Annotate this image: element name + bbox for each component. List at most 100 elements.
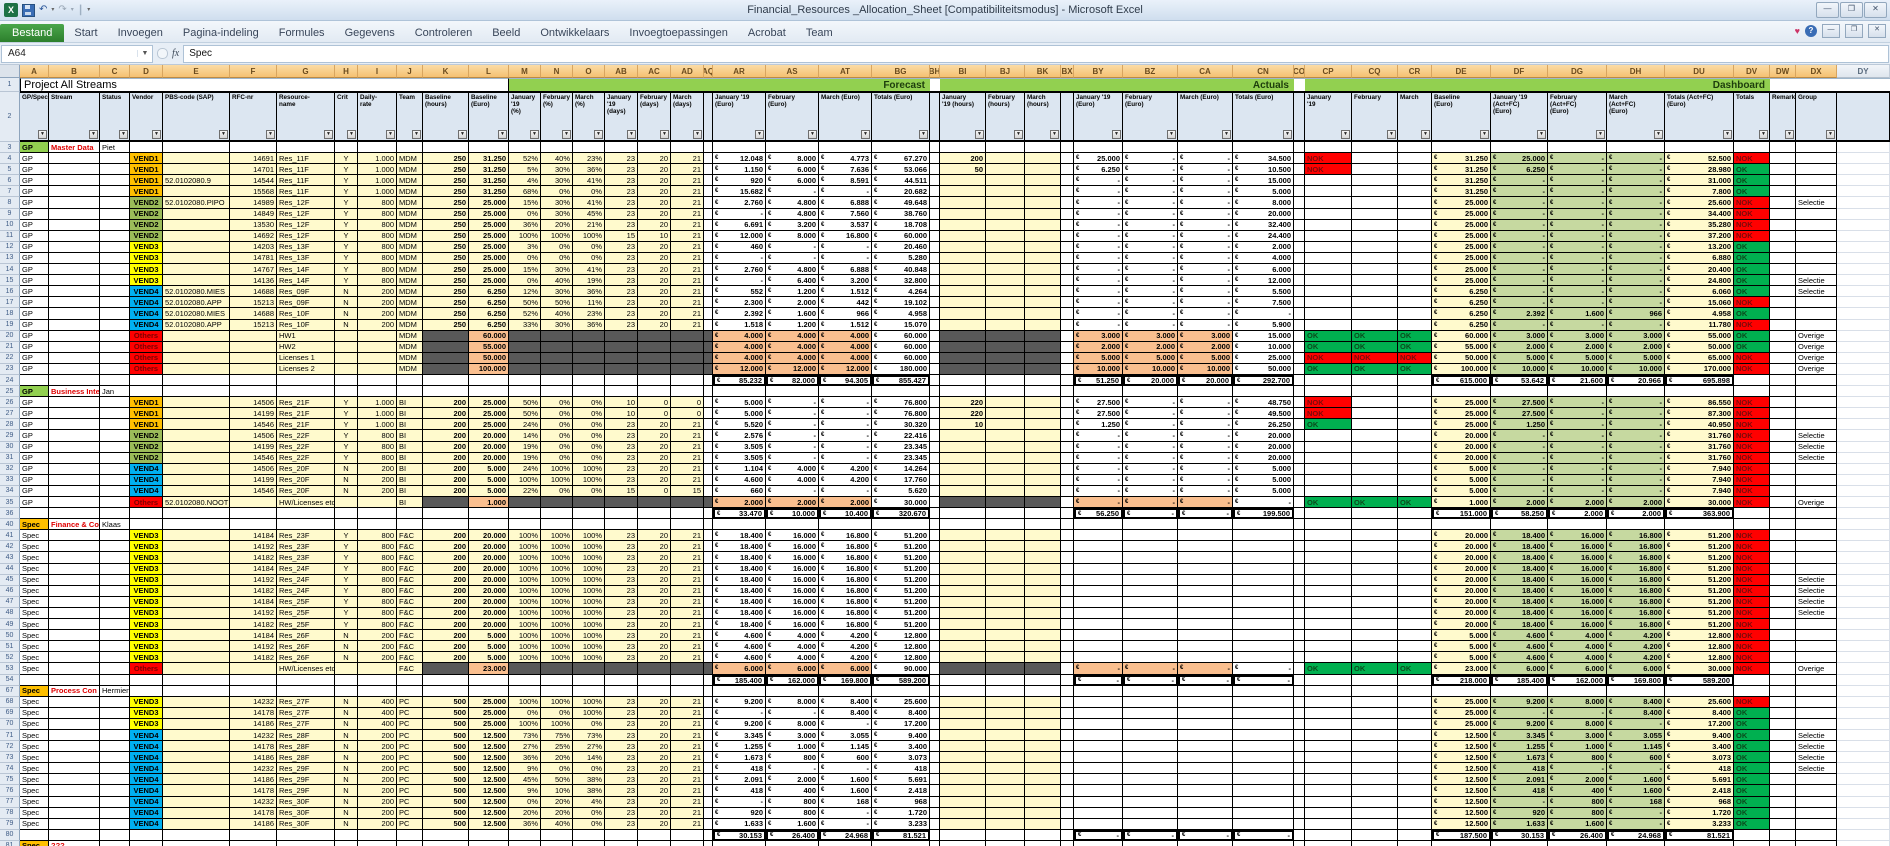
cell-D72[interactable]: VEND4 [130, 741, 163, 752]
cell-DH36[interactable]: €2.000 [1607, 508, 1665, 519]
cell-AQ78[interactable] [704, 808, 713, 819]
cell-BI9[interactable] [940, 209, 986, 220]
cell-AQ23[interactable] [704, 364, 713, 375]
cell-G70[interactable]: Res_27F [277, 719, 335, 730]
cell-J24[interactable] [397, 375, 423, 386]
field-header-DG[interactable]: February (Act+FC) (Euro)▼ [1548, 92, 1607, 142]
cell-DF6[interactable]: €- [1491, 175, 1548, 186]
cell-F81[interactable] [230, 841, 277, 846]
cell-CA32[interactable]: €- [1178, 464, 1233, 475]
cell-BI29[interactable] [940, 430, 986, 441]
cell-BK79[interactable] [1025, 819, 1061, 830]
cell-AR69[interactable]: €- [713, 708, 766, 719]
field-header-BY[interactable]: January '19 (Euro)▼ [1074, 92, 1123, 142]
cell-DF46[interactable]: €18.400 [1491, 586, 1548, 597]
cell-AB51[interactable]: 23 [605, 641, 638, 652]
cell-AS51[interactable]: €4.000 [766, 641, 819, 652]
cell-BK19[interactable] [1025, 320, 1061, 331]
cell-M9[interactable]: 0% [509, 209, 541, 220]
cell-AC11[interactable]: 10 [638, 231, 671, 242]
cell-AB50[interactable]: 23 [605, 630, 638, 641]
cell-DU23[interactable]: €170.000 [1665, 364, 1734, 375]
cell-M69[interactable]: 0% [509, 708, 541, 719]
cell-DW28[interactable] [1770, 419, 1796, 430]
cell-DF11[interactable]: €- [1491, 231, 1548, 242]
cell-K25[interactable] [423, 386, 469, 397]
cell-AS44[interactable]: €16.000 [766, 564, 819, 575]
cell-DH34[interactable]: €- [1607, 486, 1665, 497]
cell-E80[interactable] [163, 830, 230, 841]
cell-BX35[interactable] [1061, 497, 1074, 508]
cell-DW20[interactable] [1770, 331, 1796, 342]
cell-AT34[interactable]: €- [819, 486, 872, 497]
cell-B77[interactable] [49, 797, 100, 808]
cell-DX23[interactable]: Overige [1796, 364, 1837, 375]
cell-BJ16[interactable] [986, 286, 1025, 297]
cell-CR29[interactable] [1398, 430, 1432, 441]
cell-BH52[interactable] [930, 652, 940, 663]
cell-BG11[interactable]: €60.000 [872, 231, 930, 242]
cell-DG21[interactable]: €2.000 [1548, 342, 1607, 353]
cell-DX73[interactable]: Selectie [1796, 752, 1837, 763]
cell-F54[interactable] [230, 675, 277, 686]
cell-CN46[interactable] [1233, 586, 1294, 597]
col-header-AC[interactable]: AC [638, 65, 671, 78]
cell-D10[interactable]: VEND2 [130, 220, 163, 231]
cell-AR71[interactable]: €3.345 [713, 730, 766, 741]
cell-DY22[interactable] [1837, 353, 1890, 364]
cell-BI43[interactable] [940, 552, 986, 563]
cell-CP29[interactable] [1305, 430, 1352, 441]
cell-A30[interactable]: GP [20, 442, 49, 453]
cell-CR67[interactable] [1398, 686, 1432, 697]
cell-BI68[interactable] [940, 697, 986, 708]
cell-AD28[interactable]: 21 [671, 419, 704, 430]
cell-I7[interactable]: 1.000 [358, 186, 397, 197]
cell-O73[interactable]: 14% [573, 752, 605, 763]
cell-E29[interactable] [163, 430, 230, 441]
cell-CP34[interactable] [1305, 486, 1352, 497]
cell-A51[interactable]: Spec [20, 641, 49, 652]
cell-CR42[interactable] [1398, 541, 1432, 552]
cell-AB43[interactable]: 23 [605, 552, 638, 563]
cell-DX9[interactable] [1796, 209, 1837, 220]
cell-DX46[interactable]: Selectie [1796, 586, 1837, 597]
cell-DY9[interactable] [1837, 209, 1890, 220]
cell-DU4[interactable]: €52.500 [1665, 153, 1734, 164]
field-header-DV[interactable]: Totals▼ [1734, 92, 1770, 142]
cell-BX31[interactable] [1061, 453, 1074, 464]
cell-CO11[interactable] [1294, 231, 1305, 242]
cell-C49[interactable] [100, 619, 130, 630]
cell-BY4[interactable]: €25.000 [1074, 153, 1123, 164]
col-header-H[interactable]: H [335, 65, 358, 78]
cell-DU48[interactable]: €51.200 [1665, 608, 1734, 619]
cell-DH6[interactable]: €- [1607, 175, 1665, 186]
cell-BK6[interactable] [1025, 175, 1061, 186]
cell-G36[interactable] [277, 508, 335, 519]
cell-CO68[interactable] [1294, 697, 1305, 708]
row-header-73[interactable]: 73 [0, 752, 20, 763]
cell-H43[interactable]: Y [335, 552, 358, 563]
cell-K4[interactable]: 250 [423, 153, 469, 164]
cell-F77[interactable]: 14232 [230, 797, 277, 808]
cell-CN8[interactable]: €8.000 [1233, 197, 1294, 208]
cell-DE27[interactable]: €25.000 [1432, 408, 1491, 419]
cell-BY30[interactable]: €- [1074, 442, 1123, 453]
cell-DF25[interactable] [1491, 386, 1548, 397]
cell-G27[interactable]: Res_21F [277, 408, 335, 419]
cell-BZ5[interactable]: €- [1123, 164, 1178, 175]
cell-G73[interactable]: Res_28F [277, 752, 335, 763]
cell-CO17[interactable] [1294, 297, 1305, 308]
cell-E15[interactable] [163, 275, 230, 286]
cell-M36[interactable] [509, 508, 541, 519]
filter-button-DW[interactable]: ▼ [1785, 130, 1794, 139]
cell-H75[interactable]: N [335, 774, 358, 785]
cell-AB30[interactable]: 23 [605, 442, 638, 453]
cell-CA14[interactable]: €- [1178, 264, 1233, 275]
cell-A13[interactable]: GP [20, 253, 49, 264]
cell-DX78[interactable] [1796, 808, 1837, 819]
cell-L16[interactable]: 6.250 [469, 286, 509, 297]
cell-DH41[interactable]: €16.800 [1607, 530, 1665, 541]
cell-I16[interactable]: 200 [358, 286, 397, 297]
cell-E69[interactable] [163, 708, 230, 719]
cell-B15[interactable] [49, 275, 100, 286]
